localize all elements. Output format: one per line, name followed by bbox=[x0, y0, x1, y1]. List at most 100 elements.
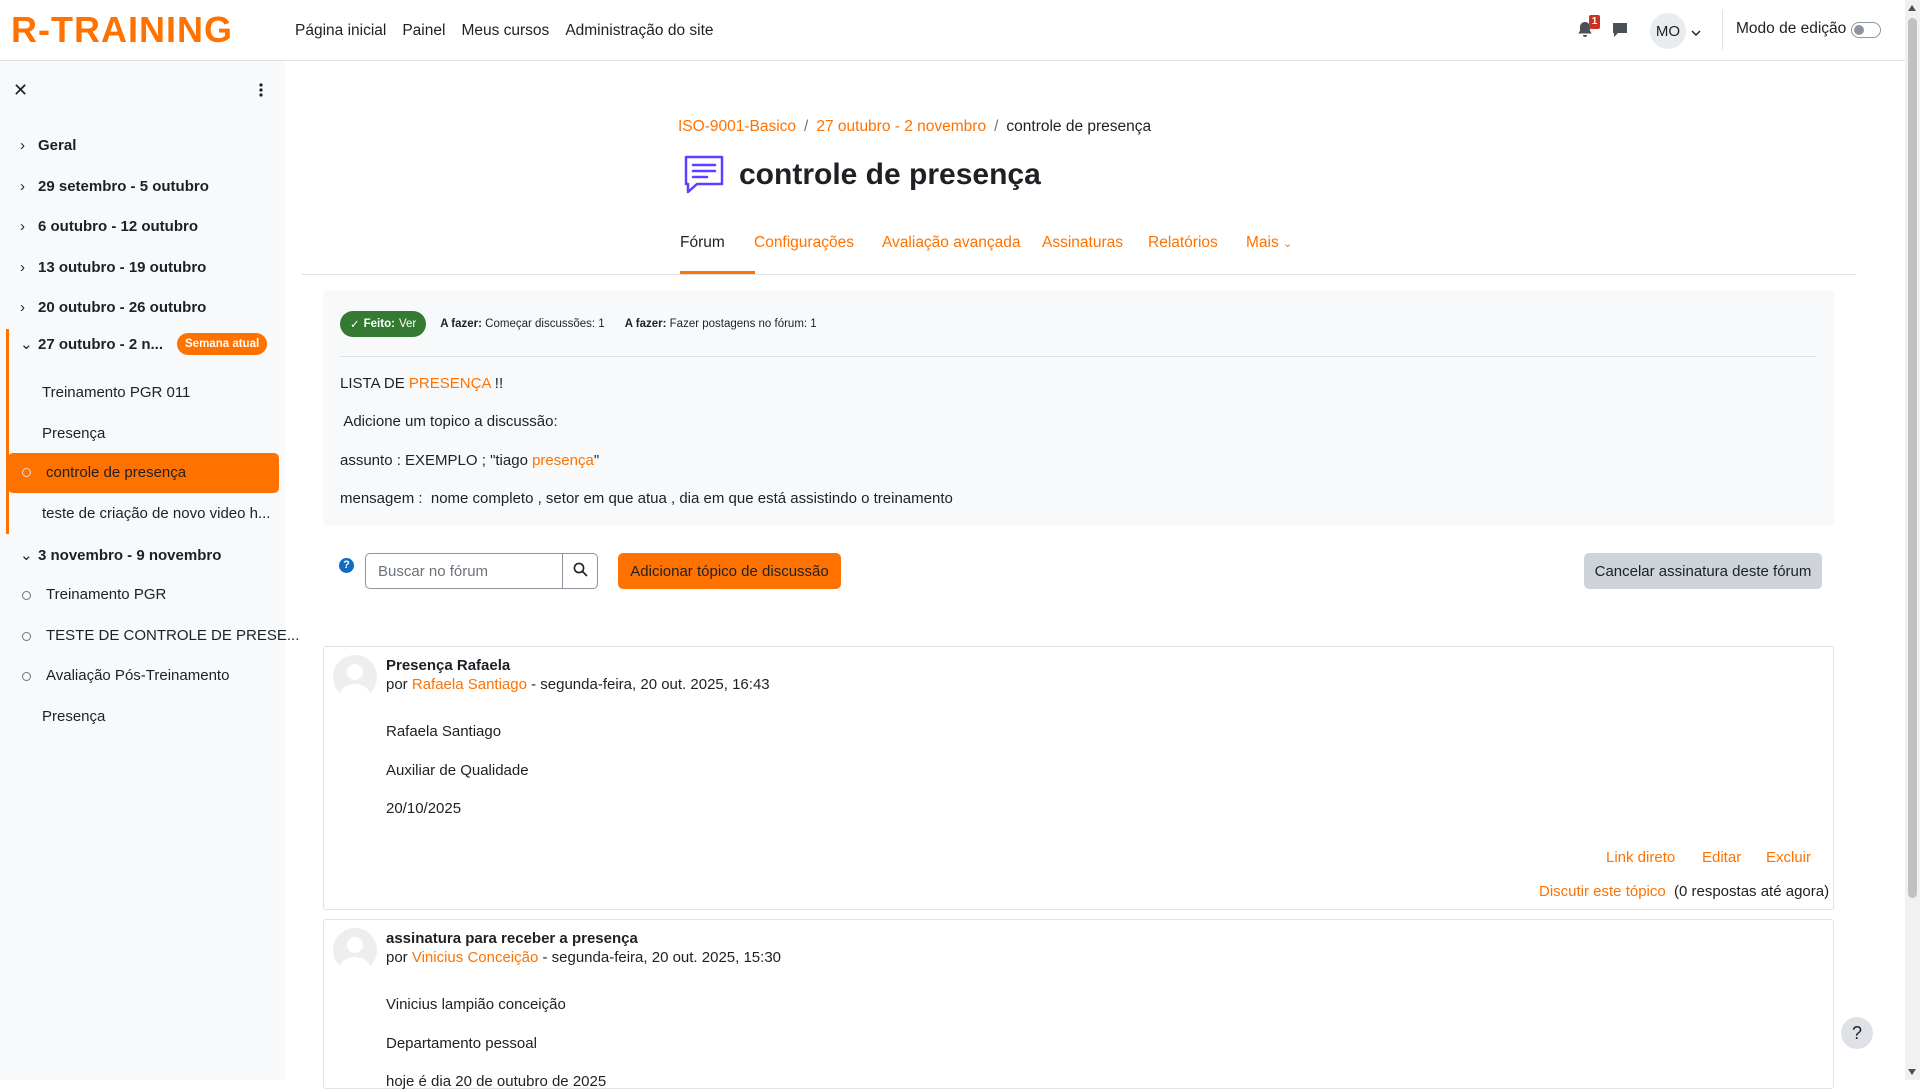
avatar[interactable] bbox=[333, 655, 377, 699]
breadcrumb-section[interactable]: 27 outubro - 2 novembro bbox=[816, 118, 986, 136]
post-meta: por Vinicius Conceição - segunda-feira, … bbox=[386, 949, 781, 966]
intro-line-2: Adicione um topico a discussão: bbox=[340, 413, 558, 430]
intro-text: LISTA DE bbox=[340, 375, 409, 392]
todo-value: Fazer postagens no fórum: 1 bbox=[669, 318, 817, 330]
breadcrumb-course[interactable]: ISO-9001-Basico bbox=[678, 118, 796, 136]
intro-text: assunto : EXEMPLO ; "tiago bbox=[340, 452, 533, 469]
close-icon[interactable]: ✕ bbox=[13, 80, 28, 101]
section-week-4[interactable]: › 20 outubro - 26 outubro bbox=[20, 299, 206, 316]
breadcrumb: ISO-9001-Basico / 27 outubro - 2 novembr… bbox=[678, 118, 1151, 136]
page-scrollbar[interactable] bbox=[1905, 0, 1920, 1080]
post-author-link[interactable]: Rafaela Santiago bbox=[412, 676, 527, 693]
tab-reports[interactable]: Relatórios bbox=[1148, 234, 1218, 252]
divider bbox=[340, 356, 1817, 357]
nav-link-dashboard[interactable]: Painel bbox=[402, 22, 445, 40]
post-date: - segunda-feira, 20 out. 2025, 16:43 bbox=[526, 676, 770, 693]
activity-link[interactable]: Presença bbox=[42, 708, 105, 725]
edit-link[interactable]: Editar bbox=[1702, 849, 1741, 866]
help-icon[interactable]: ? bbox=[339, 558, 354, 573]
section-week-3[interactable]: › 13 outubro - 19 outubro bbox=[20, 259, 206, 276]
top-navbar: R-TRAINING Página inicial Painel Meus cu… bbox=[0, 0, 1905, 61]
section-week-1[interactable]: › 29 setembro - 5 outubro bbox=[20, 178, 209, 195]
post-message-line: Vinicius lampião conceição bbox=[386, 996, 566, 1013]
breadcrumb-separator: / bbox=[804, 118, 809, 135]
intro-text: " bbox=[593, 452, 600, 469]
tab-settings[interactable]: Configurações bbox=[754, 234, 854, 252]
activity-link[interactable]: TESTE DE CONTROLE DE PRESE... bbox=[46, 627, 299, 644]
forum-post: Presença Rafaela por Rafaela Santiago - … bbox=[323, 646, 1834, 910]
chevron-down-icon: ⌄ bbox=[1283, 238, 1293, 250]
activity-link[interactable]: teste de criação de novo video h... bbox=[42, 505, 270, 522]
help-floating-button[interactable]: ? bbox=[1841, 1017, 1873, 1049]
section-next-week[interactable]: ⌄ 3 novembro - 9 novembro bbox=[20, 546, 221, 565]
delete-link[interactable]: Excluir bbox=[1766, 849, 1811, 866]
activity-link[interactable]: Treinamento PGR bbox=[46, 586, 166, 603]
chevron-down-icon[interactable] bbox=[1691, 25, 1701, 41]
post-author-link[interactable]: Vinicius Conceição bbox=[412, 949, 538, 966]
completion-todo-badge: A fazer: Fazer postagens no fórum: 1 bbox=[619, 312, 823, 336]
chevron-right-icon: › bbox=[20, 218, 25, 235]
activity-link-active[interactable]: controle de presença bbox=[8, 453, 279, 493]
replies-count: (0 respostas até agora) bbox=[1674, 883, 1830, 900]
kebab-menu-icon[interactable] bbox=[257, 81, 265, 99]
completion-circle-icon bbox=[22, 468, 31, 477]
user-avatar[interactable]: MO bbox=[1650, 13, 1686, 49]
tab-subscriptions[interactable]: Assinaturas bbox=[1042, 234, 1123, 252]
forum-icon bbox=[682, 152, 726, 196]
primary-navigation: Página inicial Painel Meus cursos Admini… bbox=[295, 0, 714, 61]
section-week-2[interactable]: › 6 outubro - 12 outubro bbox=[20, 218, 198, 235]
scroll-up-arrow-icon[interactable] bbox=[1908, 5, 1916, 11]
nav-link-home[interactable]: Página inicial bbox=[295, 22, 386, 40]
post-by: por bbox=[386, 676, 412, 693]
post-meta: por Rafaela Santiago - segunda-feira, 20… bbox=[386, 676, 770, 693]
section-label: Geral bbox=[38, 137, 77, 154]
add-discussion-topic-button[interactable]: Adicionar tópico de discussão bbox=[618, 553, 841, 589]
current-week-indicator bbox=[6, 329, 9, 534]
section-geral[interactable]: › Geral bbox=[20, 137, 76, 154]
active-tab-underline bbox=[680, 271, 755, 274]
section-label: 27 outubro - 2 n... bbox=[38, 335, 164, 353]
section-label: 6 outubro - 12 outubro bbox=[38, 218, 198, 235]
todo-value: Começar discussões: 1 bbox=[485, 318, 605, 330]
breadcrumb-separator: / bbox=[994, 118, 999, 135]
post-message-line: 20/10/2025 bbox=[386, 800, 462, 817]
course-index-drawer: ✕ › Geral › 29 setembro - 5 outubro › 6 … bbox=[0, 61, 299, 1080]
edit-mode-label: Modo de edição bbox=[1736, 20, 1847, 37]
tab-forum[interactable]: Fórum bbox=[680, 234, 725, 252]
section-label: 13 outubro - 19 outubro bbox=[38, 259, 207, 276]
nav-link-my-courses[interactable]: Meus cursos bbox=[461, 22, 549, 40]
post-message-line: hoje é dia 20 de outubro de 2025 bbox=[386, 1073, 607, 1090]
section-current-week[interactable]: ⌄ 27 outubro - 2 n... Semana atual bbox=[20, 333, 268, 355]
current-week-badge: Semana atual bbox=[177, 333, 268, 355]
discuss-topic-link[interactable]: Discutir este tópico bbox=[1539, 883, 1666, 900]
section-label: 29 setembro - 5 outubro bbox=[38, 178, 209, 195]
post-message-line: Departamento pessoal bbox=[386, 1035, 537, 1052]
permalink-link[interactable]: Link direto bbox=[1606, 849, 1675, 866]
activity-link[interactable]: Treinamento PGR 011 bbox=[42, 384, 190, 401]
chat-icon[interactable] bbox=[1611, 21, 1629, 39]
post-subject: assinatura para receber a presença bbox=[386, 930, 638, 947]
unsubscribe-forum-button[interactable]: Cancelar assinatura deste fórum bbox=[1584, 553, 1822, 589]
activity-link[interactable]: Avaliação Pós-Treinamento bbox=[46, 667, 229, 684]
intro-highlight: presença bbox=[532, 452, 594, 469]
avatar[interactable] bbox=[333, 928, 377, 972]
tab-more[interactable]: Mais ⌄ bbox=[1246, 234, 1292, 252]
chevron-right-icon: › bbox=[20, 137, 25, 154]
nav-link-site-admin[interactable]: Administração do site bbox=[565, 22, 713, 40]
edit-mode-toggle[interactable] bbox=[1851, 22, 1881, 38]
completion-circle-icon bbox=[22, 591, 31, 600]
search-button[interactable] bbox=[562, 553, 598, 589]
chevron-down-icon: ⌄ bbox=[20, 547, 33, 564]
scroll-down-arrow-icon[interactable] bbox=[1908, 1069, 1916, 1075]
page-title: controle de presença bbox=[739, 158, 1041, 191]
intro-text: !! bbox=[490, 375, 504, 392]
activity-link[interactable]: Presença bbox=[42, 425, 105, 442]
chevron-down-icon: ⌄ bbox=[20, 336, 33, 353]
secondary-navigation: Fórum Configurações Avaliação avançada A… bbox=[302, 220, 1856, 275]
forum-search-input[interactable] bbox=[365, 553, 563, 589]
brand-logo[interactable]: R-TRAINING bbox=[11, 9, 257, 52]
tab-advanced-grading[interactable]: Avaliação avançada bbox=[882, 234, 1020, 252]
completion-todo-badge: A fazer: Começar discussões: 1 bbox=[434, 312, 610, 336]
scrollbar-thumb[interactable] bbox=[1908, 18, 1917, 898]
brand-logo-text: R-TRAINING bbox=[11, 12, 233, 48]
